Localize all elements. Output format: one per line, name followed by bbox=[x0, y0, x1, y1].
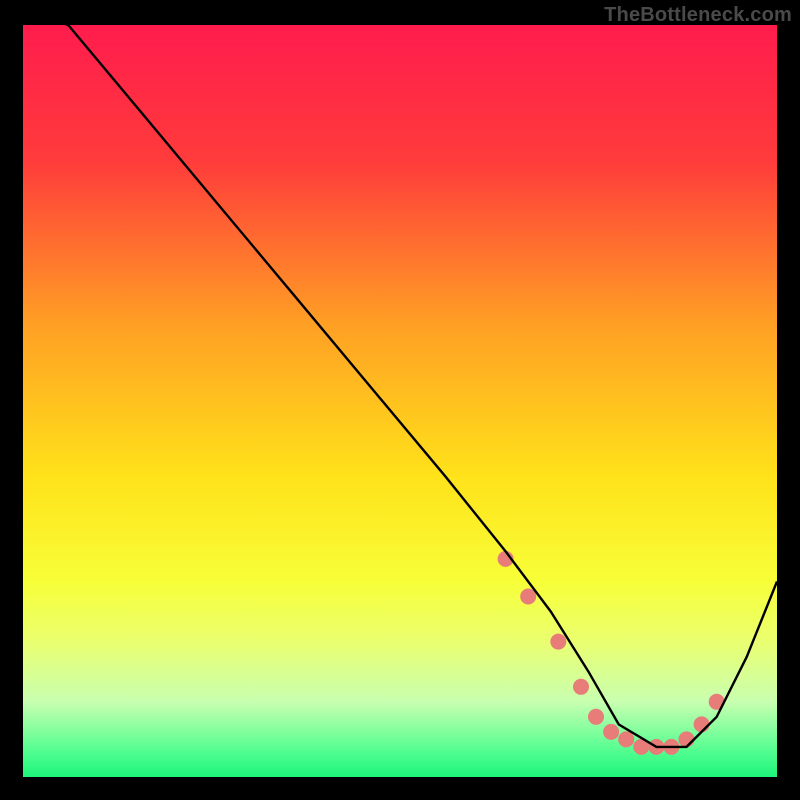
data-marker bbox=[573, 679, 589, 695]
data-marker bbox=[694, 716, 710, 732]
gradient-background bbox=[23, 25, 777, 777]
data-marker bbox=[603, 724, 619, 740]
data-marker bbox=[618, 731, 634, 747]
data-marker bbox=[550, 634, 566, 650]
data-marker bbox=[679, 731, 695, 747]
data-marker bbox=[588, 709, 604, 725]
chart-svg bbox=[23, 25, 777, 777]
chart-plot-area bbox=[23, 25, 777, 777]
chart-frame: TheBottleneck.com bbox=[0, 0, 800, 800]
watermark-text: TheBottleneck.com bbox=[604, 4, 792, 27]
